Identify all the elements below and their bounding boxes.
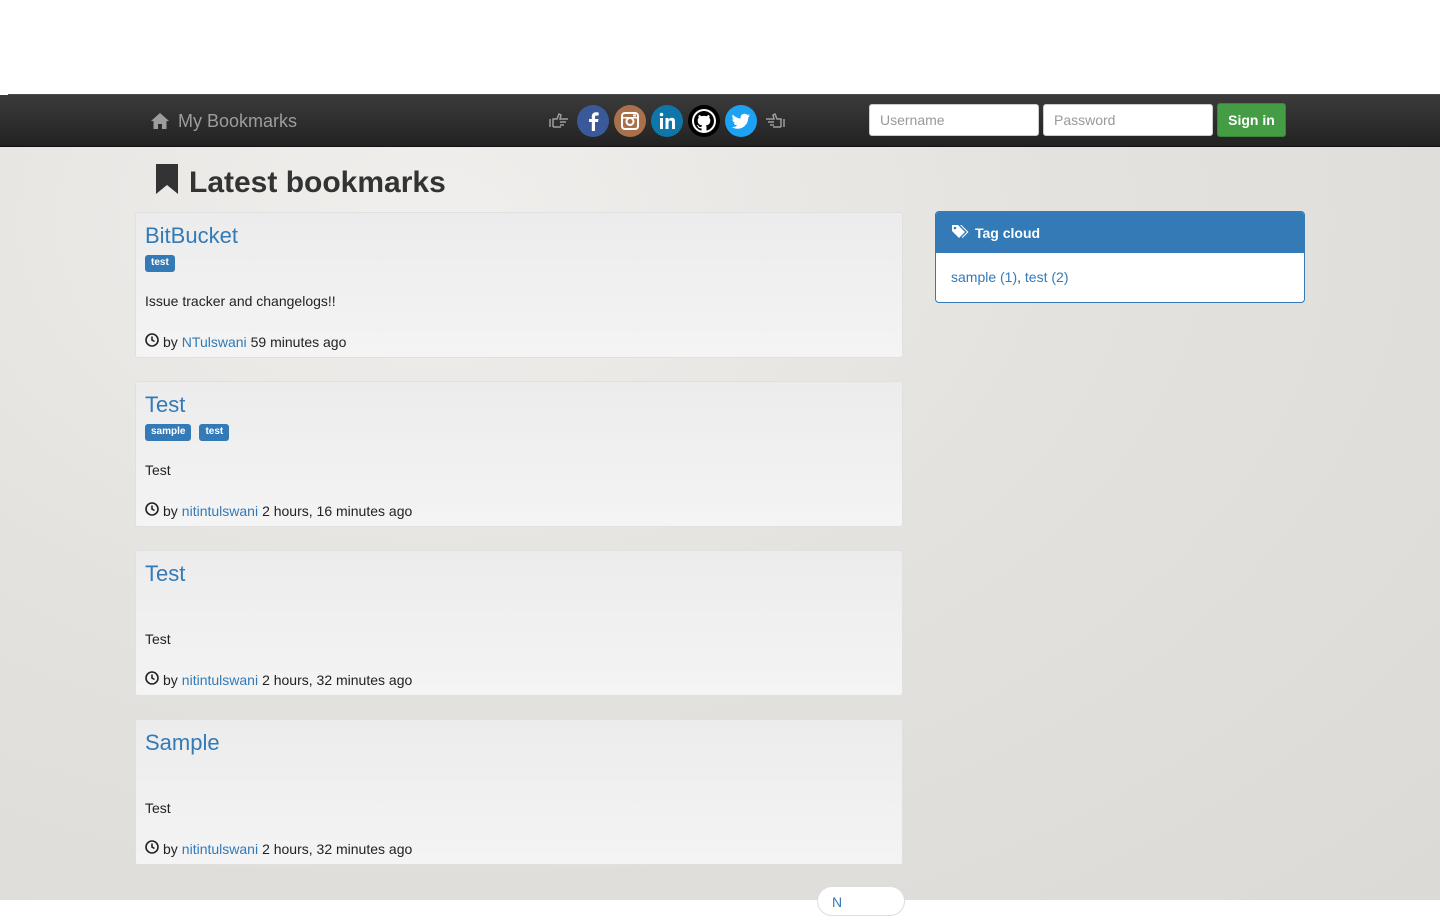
bookmark-icon	[155, 164, 179, 202]
github-icon[interactable]	[688, 105, 720, 137]
bookmark-card: Test sample test Test by nitintulswani 2…	[135, 381, 903, 527]
signin-button[interactable]: Sign in	[1217, 103, 1286, 137]
facebook-icon[interactable]	[577, 105, 609, 137]
clock-icon	[145, 671, 159, 688]
timestamp: 2 hours, 16 minutes ago	[262, 502, 413, 519]
tag-badge[interactable]: test	[199, 424, 230, 441]
tag-cloud-body: sample (1), test (2)	[936, 253, 1304, 301]
by-label: by	[163, 502, 178, 519]
bookmark-description: Test	[145, 800, 171, 816]
bookmark-meta: by nitintulswani 2 hours, 32 minutes ago	[145, 671, 412, 688]
hand-left-icon	[762, 108, 788, 134]
login-form: Sign in	[869, 103, 1286, 137]
timestamp: 2 hours, 32 minutes ago	[262, 671, 413, 688]
bookmark-card: Test Test by nitintulswani 2 hours, 32 m…	[135, 550, 903, 696]
bookmark-meta: by nitintulswani 2 hours, 16 minutes ago	[145, 502, 412, 519]
by-label: by	[163, 333, 178, 350]
page-title-text: Latest bookmarks	[189, 166, 446, 199]
tag-cloud-link-test[interactable]: test (2)	[1025, 269, 1069, 285]
by-label: by	[163, 840, 178, 857]
next-page-button[interactable]: N	[817, 886, 905, 916]
username-input[interactable]	[869, 104, 1039, 136]
next-page-label: N	[832, 894, 843, 910]
bookmark-description: Test	[145, 462, 171, 478]
bookmark-description: Test	[145, 631, 171, 647]
linkedin-icon[interactable]	[651, 105, 683, 137]
hand-right-icon	[546, 108, 572, 134]
timestamp: 2 hours, 32 minutes ago	[262, 840, 413, 857]
home-icon	[150, 112, 170, 130]
bookmark-card: BitBucket test Issue tracker and changel…	[135, 212, 903, 358]
clock-icon	[145, 502, 159, 519]
tag-badge[interactable]: test	[145, 255, 175, 272]
author-link[interactable]: nitintulswani	[182, 841, 258, 857]
brand-link[interactable]: My Bookmarks	[150, 109, 297, 133]
bookmark-meta: by NTulswani 59 minutes ago	[145, 333, 346, 350]
bookmark-tags: sample test	[145, 424, 230, 441]
clock-icon	[145, 840, 159, 857]
tag-separator: ,	[1017, 269, 1025, 285]
password-input[interactable]	[1043, 104, 1213, 136]
page-title: Latest bookmarks	[155, 164, 446, 202]
author-link[interactable]: nitintulswani	[182, 503, 258, 519]
bookmark-title-link[interactable]: Test	[145, 392, 185, 418]
tag-cloud-panel: Tag cloud sample (1), test (2)	[935, 211, 1305, 303]
tags-icon	[951, 224, 969, 241]
clock-icon	[145, 333, 159, 350]
bookmark-description: Issue tracker and changelogs!!	[145, 293, 336, 309]
tag-cloud-header: Tag cloud	[936, 212, 1304, 253]
tag-cloud-title: Tag cloud	[975, 224, 1041, 241]
by-label: by	[163, 671, 178, 688]
bookmark-tags: test	[145, 255, 175, 272]
brand-label: My Bookmarks	[178, 110, 298, 131]
bookmark-meta: by nitintulswani 2 hours, 32 minutes ago	[145, 840, 412, 857]
bookmark-title-link[interactable]: BitBucket	[145, 223, 238, 249]
author-link[interactable]: nitintulswani	[182, 672, 258, 688]
navbar: My Bookmarks Sign in	[0, 95, 1440, 147]
timestamp: 59 minutes ago	[250, 333, 347, 350]
social-links	[546, 104, 788, 138]
bookmark-title-link[interactable]: Sample	[145, 730, 220, 756]
twitter-icon[interactable]	[725, 105, 757, 137]
bookmark-title-link[interactable]: Test	[145, 561, 185, 587]
bookmark-card: Sample Test by nitintulswani 2 hours, 32…	[135, 719, 903, 865]
tag-badge[interactable]: sample	[145, 424, 192, 441]
tag-cloud-link-sample[interactable]: sample (1)	[951, 269, 1017, 285]
instagram-icon[interactable]	[614, 105, 646, 137]
author-link[interactable]: NTulswani	[182, 334, 247, 350]
